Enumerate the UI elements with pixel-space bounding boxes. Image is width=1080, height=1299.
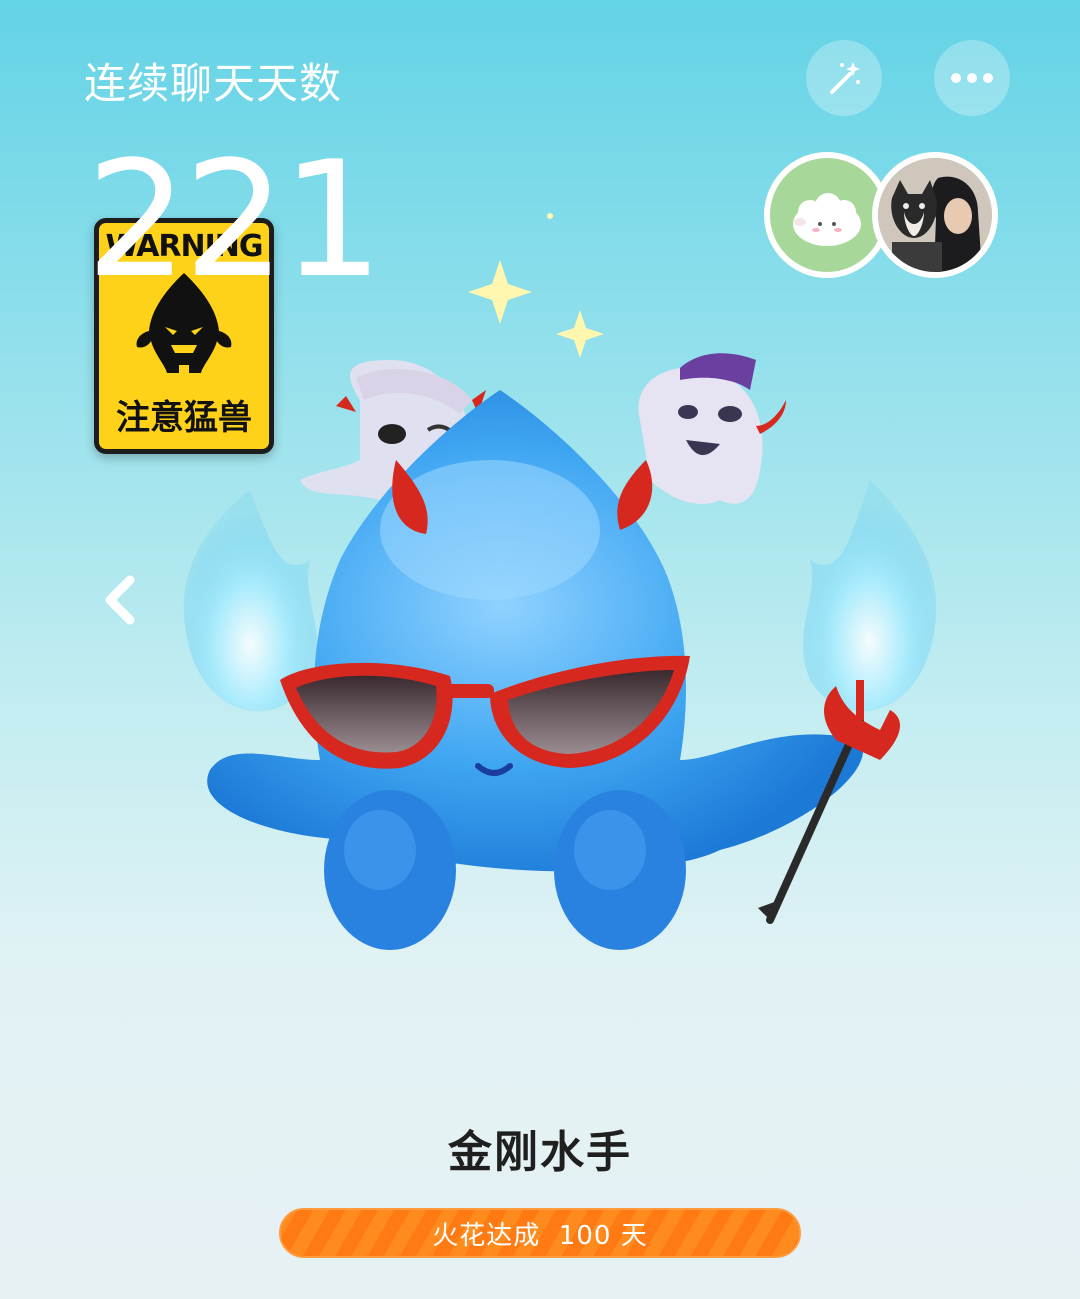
streak-days-count: 221 [86,126,383,313]
prev-button[interactable] [100,574,140,630]
mascot-illustration [183,213,937,950]
mascot-name: 金刚水手 [448,1127,632,1178]
more-button[interactable] [934,40,1010,116]
milestone-pill[interactable]: 火花达成 100 天 [279,1208,801,1258]
more-dots-icon [951,73,993,83]
magic-wand-icon [830,62,860,94]
ghost-right [638,353,786,504]
chevron-left-icon [105,575,135,625]
milestone-label: 火花达成 100 天 [432,1220,648,1251]
page-title: 连续聊天天数 [84,59,343,108]
badge-bottom-text: 注意猛兽 [116,398,252,438]
magic-wand-button[interactable] [806,40,882,116]
